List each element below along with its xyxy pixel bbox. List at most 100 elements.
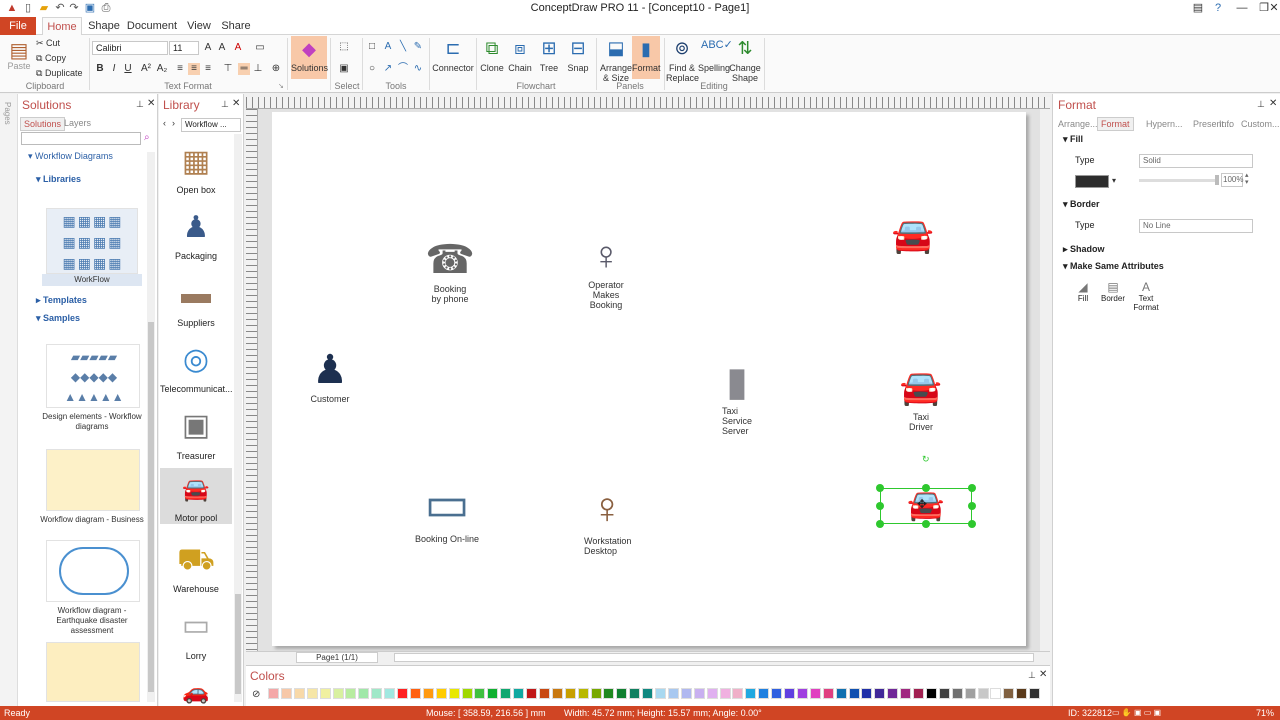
clone-button[interactable]: Clone <box>478 63 506 73</box>
tab-custom[interactable]: Custom... <box>1241 118 1280 130</box>
arrange-size-button[interactable]: Arrange & Size <box>598 63 634 83</box>
color-swatch[interactable] <box>758 688 770 699</box>
close-button[interactable]: ✕ <box>1264 0 1280 17</box>
opacity-stepper-icon[interactable]: ▴ ▾ <box>1245 172 1249 186</box>
color-swatch[interactable] <box>977 688 989 699</box>
spelling-icon[interactable]: ABC✓ <box>701 38 733 51</box>
no-fill-icon[interactable]: ⊘ <box>252 689 260 700</box>
pin-icon[interactable]: ⊥ <box>221 99 229 110</box>
clone-icon[interactable]: ⧉ <box>480 38 504 59</box>
help-icon[interactable]: ? <box>1208 0 1228 17</box>
bold-icon[interactable]: B <box>94 63 106 75</box>
tab-hypernote[interactable]: Hypern... <box>1146 118 1183 130</box>
color-swatch[interactable] <box>887 688 899 699</box>
pin-icon[interactable]: ⊥ <box>1257 99 1265 110</box>
align-center-icon[interactable]: ≡ <box>188 63 200 75</box>
search-icon[interactable]: ⌕ <box>144 132 150 143</box>
tab-document[interactable]: Document <box>126 17 178 35</box>
view-mode-icons[interactable]: ▭ ✋ ▣ ▭ ▣ <box>1112 706 1161 720</box>
color-swatch[interactable] <box>796 688 808 699</box>
workflow-library-thumbnail[interactable]: ▦▦▦▦ ▦▦▦▦ ▦▦▦▦ <box>46 208 138 274</box>
shrink-font-icon[interactable]: A <box>216 42 228 54</box>
opacity-slider[interactable] <box>1139 179 1219 182</box>
chain-icon[interactable]: ⧈ <box>508 38 532 59</box>
minimize-button[interactable]: — <box>1232 0 1252 17</box>
tab-share[interactable]: Share <box>220 17 252 35</box>
library-prev-icon[interactable]: ‹ <box>163 118 166 128</box>
pen-tool-icon[interactable]: ✎ <box>412 41 424 53</box>
color-swatch[interactable] <box>500 688 512 699</box>
tab-view[interactable]: View <box>182 17 216 35</box>
tree-workflow-diagrams[interactable]: ▾ Workflow Diagrams <box>28 151 113 162</box>
shadow-section[interactable]: ▸ Shadow <box>1063 244 1105 255</box>
color-swatch[interactable] <box>319 688 331 699</box>
color-swatch[interactable] <box>1029 688 1041 699</box>
resize-handle[interactable] <box>922 520 930 528</box>
color-swatch[interactable] <box>538 688 550 699</box>
color-swatch[interactable] <box>332 688 344 699</box>
shape-booking-by-phone[interactable]: ☎ Booking by phone <box>412 236 488 304</box>
color-swatch[interactable] <box>268 688 279 699</box>
tab-file[interactable]: File <box>0 17 36 35</box>
fill-section[interactable]: ▾ Fill <box>1063 134 1083 145</box>
arrange-size-icon[interactable]: ⬓ <box>604 38 628 59</box>
grow-font-icon[interactable]: A <box>202 42 214 54</box>
font-color-icon[interactable]: A <box>232 42 244 54</box>
color-swatch[interactable] <box>1016 688 1028 699</box>
snap-button[interactable]: Snap <box>564 63 592 73</box>
underline-icon[interactable]: U <box>122 63 134 75</box>
color-swatch[interactable] <box>732 688 744 699</box>
change-shape-icon[interactable]: ⇅ <box>733 38 757 59</box>
color-swatch[interactable] <box>680 688 692 699</box>
tab-arrange[interactable]: Arrange... <box>1058 118 1098 130</box>
shape-booking-online[interactable]: ▭ Booking On-line <box>404 476 490 544</box>
tree-icon[interactable]: ⊞ <box>537 38 561 59</box>
color-swatch[interactable] <box>900 688 912 699</box>
shape-workstation-desktop[interactable]: ♀ Workstation Desktop <box>568 482 646 556</box>
snap-icon[interactable]: ⊟ <box>566 38 590 59</box>
color-swatch[interactable] <box>526 688 537 699</box>
solutions-scrollbar[interactable] <box>147 152 155 702</box>
color-swatch[interactable] <box>422 688 434 699</box>
horizontal-scrollbar[interactable] <box>394 653 1034 662</box>
tree-libraries[interactable]: ▾ Libraries <box>36 174 81 185</box>
pin-icon[interactable]: ⊥ <box>1028 670 1036 681</box>
color-swatch[interactable] <box>693 688 705 699</box>
same-border-button[interactable]: ▤ Border <box>1099 280 1127 303</box>
color-swatch[interactable] <box>474 688 486 699</box>
color-swatch[interactable] <box>913 688 924 699</box>
tree-samples[interactable]: ▾ Samples <box>36 313 80 324</box>
color-swatch[interactable] <box>577 688 589 699</box>
library-item-motor-pool[interactable]: 🚘 Motor pool <box>160 468 232 524</box>
paste-icon[interactable]: ▤ <box>8 38 30 63</box>
align-right-icon[interactable]: ≡ <box>202 63 214 75</box>
color-swatch[interactable] <box>938 688 950 699</box>
tab-layers[interactable]: Layers <box>64 117 91 129</box>
color-swatch[interactable] <box>435 688 447 699</box>
tab-solutions[interactable]: Solutions <box>20 117 66 131</box>
color-swatch[interactable] <box>835 688 847 699</box>
color-swatch[interactable] <box>925 688 937 699</box>
duplicate-button[interactable]: ⧉ Duplicate <box>36 68 82 78</box>
freehand-tool-icon[interactable]: ∿ <box>412 63 424 75</box>
color-swatch[interactable] <box>448 688 460 699</box>
color-swatch[interactable] <box>822 688 834 699</box>
align-middle-icon[interactable]: ═ <box>238 63 250 75</box>
drawing-page[interactable]: ☎ Booking by phone ♀ Operator Makes Book… <box>272 112 1026 646</box>
close-panel-icon[interactable]: ✕ <box>232 98 240 109</box>
solutions-button[interactable]: ◆ Solutions <box>291 36 328 79</box>
color-swatch[interactable] <box>771 688 783 699</box>
close-panel-icon[interactable]: ✕ <box>1269 98 1277 109</box>
tab-format[interactable]: Format <box>1097 117 1134 131</box>
opacity-slider-thumb[interactable] <box>1215 175 1219 185</box>
arrow-tool-icon[interactable]: ↗ <box>382 63 394 75</box>
superscript-icon[interactable]: A² <box>140 63 152 75</box>
color-swatch[interactable] <box>280 688 292 699</box>
binoculars-icon[interactable]: ⊚ <box>670 38 694 59</box>
cut-button[interactable]: ✂ Cut <box>36 38 60 48</box>
sample-thumbnail[interactable] <box>46 449 140 511</box>
sample-thumbnail[interactable] <box>46 642 140 702</box>
tree-templates[interactable]: ▸ Templates <box>36 295 87 306</box>
fill-color-picker[interactable] <box>1075 175 1109 188</box>
resize-handle[interactable] <box>922 484 930 492</box>
